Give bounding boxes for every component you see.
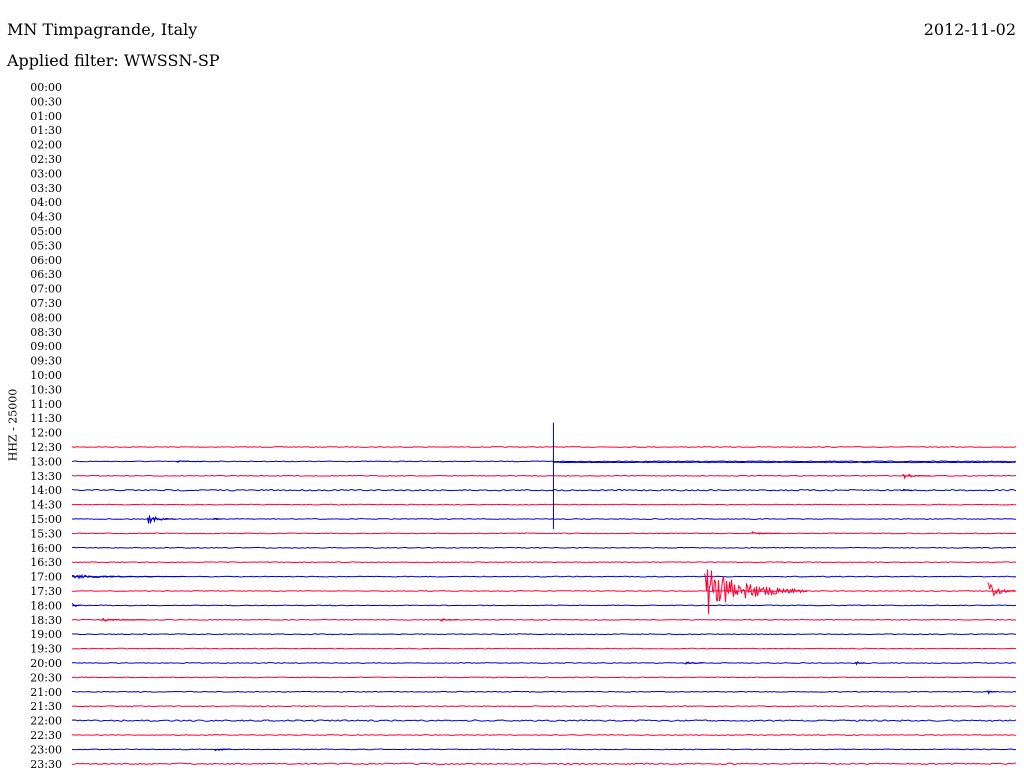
trace-line (71, 460, 1017, 463)
trace-line (71, 604, 1017, 607)
row-tick-label: 15:00 (30, 513, 62, 526)
row-tick-label: 10:00 (30, 369, 62, 382)
row-tick-label: 17:00 (30, 571, 62, 584)
row-tick-label: 17:30 (30, 585, 62, 598)
row-tick-label: 06:00 (30, 254, 62, 267)
row-tick-label: 09:30 (30, 355, 62, 368)
trace-line (71, 518, 1017, 520)
row-tick-label: 23:30 (30, 758, 62, 771)
row-tick-label: 18:00 (30, 599, 62, 612)
row-tick-label: 04:30 (30, 211, 62, 224)
row-tick-label: 16:00 (30, 542, 62, 555)
row-tick-label: 23:00 (30, 743, 62, 756)
row-tick-label: 06:30 (30, 268, 62, 281)
row-tick-label: 18:30 (30, 614, 62, 627)
row-tick-label: 14:00 (30, 484, 62, 497)
row-tick-label: 11:30 (30, 412, 62, 425)
row-tick-label: 02:30 (30, 153, 62, 166)
row-tick-label: 19:00 (30, 628, 62, 641)
seismic-event (213, 748, 232, 752)
trace-line (71, 446, 1017, 448)
row-tick-label: 13:00 (30, 455, 62, 468)
trace-line (71, 575, 1017, 578)
row-tick-label: 08:30 (30, 326, 62, 339)
row-tick-label: 01:30 (30, 124, 62, 137)
row-tick-label: 05:00 (30, 225, 62, 238)
trace-line (71, 633, 1017, 636)
row-tick-label: 01:00 (30, 110, 62, 123)
trace-line (71, 618, 1017, 621)
trace-line (71, 532, 1017, 535)
trace-line (71, 647, 1017, 650)
seismic-event (147, 515, 176, 525)
row-tick-label: 22:30 (30, 729, 62, 742)
row-tick-label: 15:30 (30, 527, 62, 540)
seismic-event (71, 573, 186, 580)
trace-line (71, 561, 1017, 564)
row-tick-label: 00:00 (30, 81, 62, 94)
row-tick-label: 20:30 (30, 671, 62, 684)
row-tick-label: 20:00 (30, 657, 62, 670)
trace-line (71, 719, 1017, 722)
seismic-event (987, 690, 997, 695)
row-tick-label: 00:30 (30, 95, 62, 108)
row-tick-label: 11:00 (30, 398, 62, 411)
row-tick-label: 03:30 (30, 182, 62, 195)
row-tick-label: 09:00 (30, 340, 62, 353)
trace-line (71, 546, 1017, 549)
trace-line (71, 590, 1017, 592)
trace-line (71, 488, 1017, 492)
trace-line (71, 662, 1017, 664)
trace-line (71, 705, 1017, 708)
row-tick-label: 13:30 (30, 470, 62, 483)
row-tick-label: 16:30 (30, 556, 62, 569)
seismic-event (100, 617, 148, 622)
row-tick-label: 03:00 (30, 167, 62, 180)
row-tick-label: 08:00 (30, 311, 62, 324)
row-tick-label: 04:00 (30, 196, 62, 209)
row-tick-label: 19:30 (30, 643, 62, 656)
helicorder-plot: 00:0000:30 01:0001:30 02:0002:3003:00 03:30… (30, 81, 1017, 771)
trace-line (71, 734, 1017, 736)
row-tick-label: 10:30 (30, 383, 62, 396)
trace-line (71, 503, 1017, 506)
row-tick-label: 07:00 (30, 283, 62, 296)
trace-line (553, 461, 1016, 464)
row-tick-label: 12:30 (30, 441, 62, 454)
seismic-event (987, 582, 1016, 597)
trace-line (71, 690, 1017, 693)
row-tick-label: 21:30 (30, 700, 62, 713)
row-tick-label: 07:30 (30, 297, 62, 310)
row-tick-label: 21:00 (30, 686, 62, 699)
trace-line (71, 474, 1017, 477)
row-tick-label: 05:30 (30, 239, 62, 252)
trace-line (71, 676, 1017, 679)
row-tick-label: 22:00 (30, 715, 62, 728)
trace-line (71, 762, 1017, 766)
row-tick-label: 14:30 (30, 499, 62, 512)
row-tick-label: 02:00 (30, 139, 62, 152)
row-tick-label: 12:00 (30, 427, 62, 440)
seismic-event (855, 661, 865, 666)
